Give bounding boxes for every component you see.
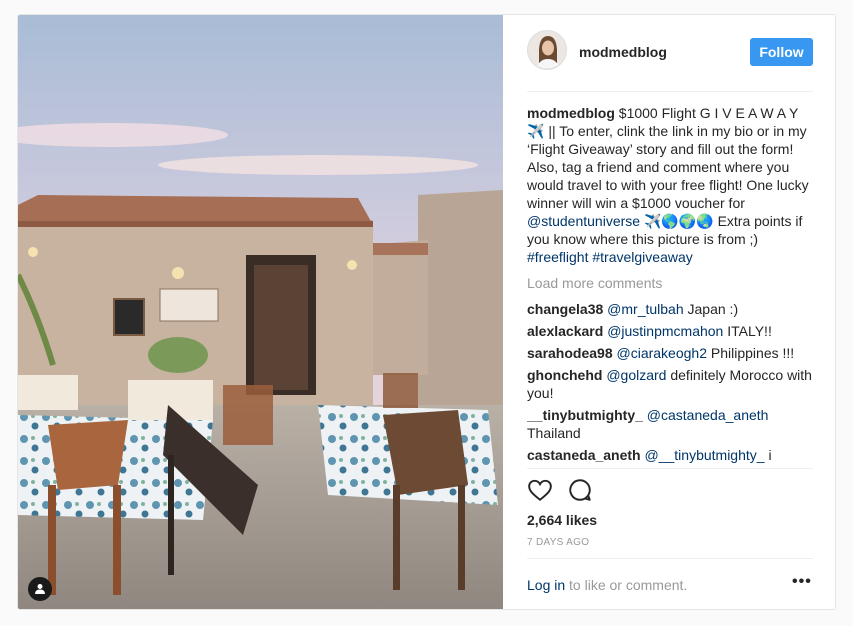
login-prompt: Log in to like or comment.: [527, 577, 687, 593]
more-options-icon[interactable]: •••: [792, 573, 812, 591]
hashtag-link-travelgiveaway[interactable]: #travelgiveaway: [592, 249, 692, 265]
hashtag-link-freeflight[interactable]: #freeflight: [527, 249, 588, 265]
post-timestamp[interactable]: 7 DAYS AGO: [527, 537, 589, 548]
comment-text: Japan :): [683, 301, 739, 317]
comment-text: i: [764, 447, 772, 463]
comment-icon[interactable]: [567, 477, 593, 503]
comment-username-link[interactable]: sarahodea98: [527, 345, 613, 361]
footer-divider: [527, 558, 813, 559]
post-photo[interactable]: [18, 15, 503, 609]
comments-list[interactable]: modmedblog $1000 Flight G I V E A W A Y …: [527, 104, 817, 468]
follow-button[interactable]: Follow: [750, 38, 813, 66]
comment-username-link[interactable]: alexlackard: [527, 323, 603, 339]
load-more-comments-button[interactable]: Load more comments: [527, 274, 817, 292]
comment-item: castaneda_aneth @__tinybutmighty_ i: [527, 446, 817, 464]
comment-username-link[interactable]: __tinybutmighty_: [527, 407, 643, 423]
comments-divider: [527, 468, 813, 469]
heart-icon[interactable]: [527, 477, 553, 503]
post-side-panel: modmedblog Follow modmedblog $1000 Fligh…: [503, 15, 835, 609]
user-tag-icon[interactable]: [28, 577, 52, 601]
header-divider: [527, 91, 813, 92]
comment-mention-link[interactable]: @__tinybutmighty_: [645, 447, 765, 463]
comment-mention-link[interactable]: @mr_tulbah: [607, 301, 683, 317]
comment-text: Thailand: [527, 425, 581, 441]
likes-count[interactable]: 2,664 likes: [527, 512, 597, 528]
comment-text: Philippines !!!: [707, 345, 795, 361]
header-username-link[interactable]: modmedblog: [579, 44, 667, 60]
avatar[interactable]: [527, 30, 567, 70]
comment-username-link[interactable]: ghonchehd: [527, 367, 602, 383]
caption: modmedblog $1000 Flight G I V E A W A Y …: [527, 104, 817, 266]
comment-item: __tinybutmighty_ @castaneda_aneth Thaila…: [527, 406, 817, 442]
restaurant-photo-illustration: [18, 15, 503, 609]
post-header: modmedblog Follow: [503, 15, 835, 91]
comment-mention-link[interactable]: @ciarakeogh2: [617, 345, 708, 361]
comment-mention-link[interactable]: @golzard: [606, 367, 666, 383]
comment-item: ghonchehd @golzard definitely Morocco wi…: [527, 366, 817, 402]
caption-username-link[interactable]: modmedblog: [527, 105, 615, 121]
comment-mention-link[interactable]: @justinpmcmahon: [607, 323, 723, 339]
comment-item: alexlackard @justinpmcmahon ITALY!!: [527, 322, 817, 340]
comment-item: changela38 @mr_tulbah Japan :): [527, 300, 817, 318]
comment-username-link[interactable]: castaneda_aneth: [527, 447, 641, 463]
comment-item: sarahodea98 @ciarakeogh2 Philippines !!!: [527, 344, 817, 362]
action-bar: [527, 477, 593, 505]
login-link[interactable]: Log in: [527, 577, 565, 593]
comment-username-link[interactable]: changela38: [527, 301, 603, 317]
caption-mention-link[interactable]: @studentuniverse: [527, 213, 640, 229]
comment-mention-link[interactable]: @castaneda_aneth: [647, 407, 769, 423]
comment-text: ITALY!!: [723, 323, 772, 339]
post-card: modmedblog Follow modmedblog $1000 Fligh…: [17, 14, 836, 610]
login-prompt-text: to like or comment.: [565, 577, 688, 593]
